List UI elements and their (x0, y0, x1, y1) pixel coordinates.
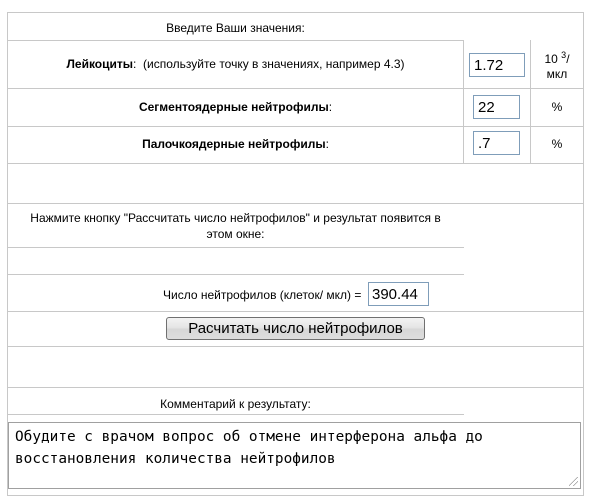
band-input[interactable] (473, 131, 520, 155)
calculate-button[interactable]: Расчитать число нейтрофилов (166, 317, 425, 340)
border-right (583, 12, 584, 496)
row-divider (8, 203, 584, 204)
leukocytes-label-bold: Лейкоциты (66, 57, 134, 71)
border-top (7, 12, 584, 13)
comment-text: Обудите с врачом вопрос об отмене интерф… (15, 429, 483, 467)
row-divider (8, 126, 584, 127)
segmented-label-bold: Сегментоядерные нейтрофилы (138, 100, 329, 114)
comment-label: Комментарий к результату: (160, 397, 311, 411)
segmented-label: Сегментоядерные нейтрофилы: (8, 100, 463, 114)
leukocytes-unit-slash: / (566, 52, 570, 66)
row-divider (8, 247, 464, 248)
row-divider (8, 414, 464, 415)
border-bottom (7, 495, 584, 496)
leukocytes-input[interactable] (469, 53, 525, 77)
segmented-label-tail: : (328, 100, 333, 114)
segmented-input[interactable] (473, 95, 520, 119)
resize-grip-icon[interactable] (569, 477, 578, 486)
instruction-line-1: Нажмите кнопку "Рассчитать число нейтроф… (30, 211, 441, 225)
row-divider (8, 40, 464, 41)
leukocytes-label: Лейкоциты: (используйте точку в значения… (8, 57, 463, 71)
band-label-bold: Палочкоядерные нейтрофилы (142, 137, 326, 151)
row-divider (8, 387, 584, 388)
result-output[interactable] (368, 282, 429, 306)
row-divider (8, 346, 584, 347)
band-unit: % (551, 137, 563, 151)
comment-textarea[interactable]: Обудите с врачом вопрос об отмене интерф… (8, 422, 581, 489)
row-divider (8, 88, 584, 89)
row-divider (8, 163, 584, 164)
form-header: Введите Ваши значения: (166, 21, 305, 35)
leukocytes-unit: 10 3/ мкл (531, 48, 583, 82)
result-label: Число нейтрофилов (клеток/ мкл) = (163, 288, 362, 302)
segmented-unit: % (551, 100, 563, 114)
instruction-line-2: этом окне: (206, 227, 265, 241)
band-label-tail: : (325, 137, 329, 151)
leukocytes-unit-line2: мкл (546, 67, 568, 81)
row-divider (8, 274, 464, 275)
row-divider (8, 311, 584, 312)
leukocytes-unit-base: 10 (544, 52, 558, 66)
column-divider (463, 40, 464, 164)
leukocytes-label-note: : (используйте точку в значениях, наприм… (133, 57, 405, 71)
band-label: Палочкоядерные нейтрофилы: (8, 137, 463, 151)
